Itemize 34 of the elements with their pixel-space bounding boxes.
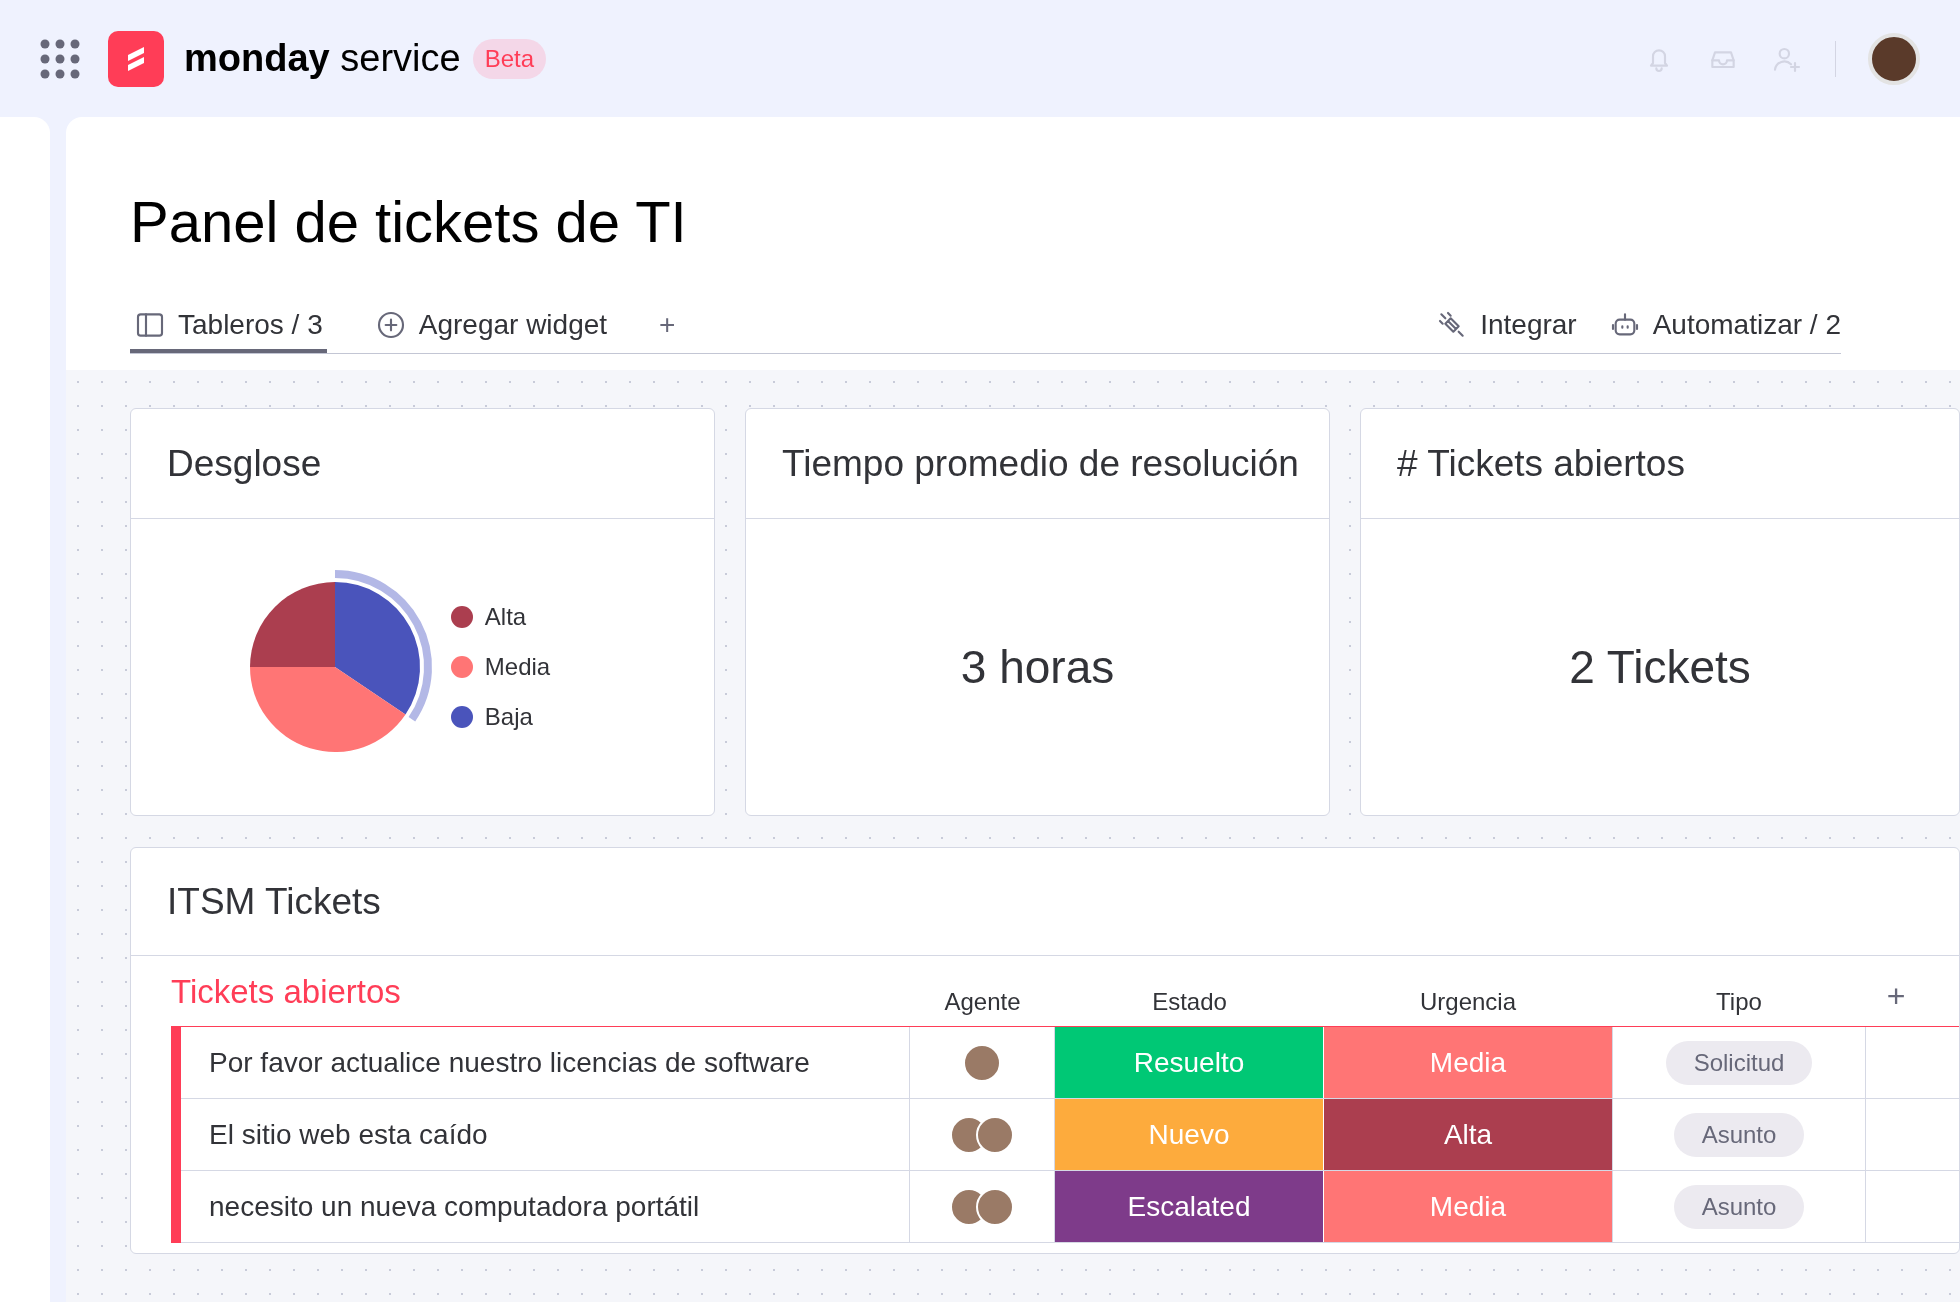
widget-value: 2 Tickets <box>1569 639 1751 695</box>
widget-title: # Tickets abiertos <box>1397 441 1685 486</box>
column-header: Estado <box>1151 987 1228 1017</box>
widget-title: Desglose <box>167 441 322 486</box>
toolbar-action[interactable]: Automatizar / 2 <box>1608 301 1841 353</box>
logo-icon <box>108 30 164 87</box>
type-tag: Solicitud <box>1665 1040 1813 1085</box>
type-tag: Asunto <box>1673 1112 1805 1157</box>
legend-label: Alta <box>484 602 527 632</box>
page-title: Panel de tickets de TI <box>130 193 688 251</box>
apps-grid-icon[interactable] <box>40 38 80 79</box>
widget-title: Tiempo promedio de resolución <box>782 441 1299 486</box>
add-column-button[interactable]: + <box>1866 972 1926 1020</box>
user-avatar[interactable] <box>1868 32 1920 85</box>
status-cell[interactable]: Escalated <box>1055 1171 1324 1242</box>
column-header: Tipo <box>1715 987 1763 1017</box>
toolbar-action[interactable]: Integrar <box>1436 301 1577 353</box>
widget-value: 3 horas <box>960 639 1115 695</box>
board-title: ITSM Tickets <box>167 879 381 924</box>
tab[interactable]: Tableros / 3 <box>130 301 327 353</box>
column-header: Urgencia <box>1418 987 1517 1017</box>
column-header: Agente <box>943 987 1022 1017</box>
ticket-name: necesito un nueva computadora portátil <box>181 1171 910 1242</box>
beta-badge: Beta <box>472 38 546 79</box>
group-title: Tickets abiertos <box>171 971 402 1012</box>
logo-wordmark: monday service <box>184 36 461 81</box>
legend-label: Baja <box>484 702 533 732</box>
legend-label: Media <box>484 652 551 682</box>
ticket-name: El sitio web esta caído <box>181 1099 910 1170</box>
tab[interactable]: Agregar widget <box>370 301 612 353</box>
ticket-name: Por favor actualice nuestro licencias de software <box>181 1027 910 1098</box>
type-tag: Asunto <box>1673 1184 1805 1229</box>
tab[interactable]: + <box>655 301 680 353</box>
urgency-cell[interactable]: Alta <box>1324 1099 1612 1170</box>
